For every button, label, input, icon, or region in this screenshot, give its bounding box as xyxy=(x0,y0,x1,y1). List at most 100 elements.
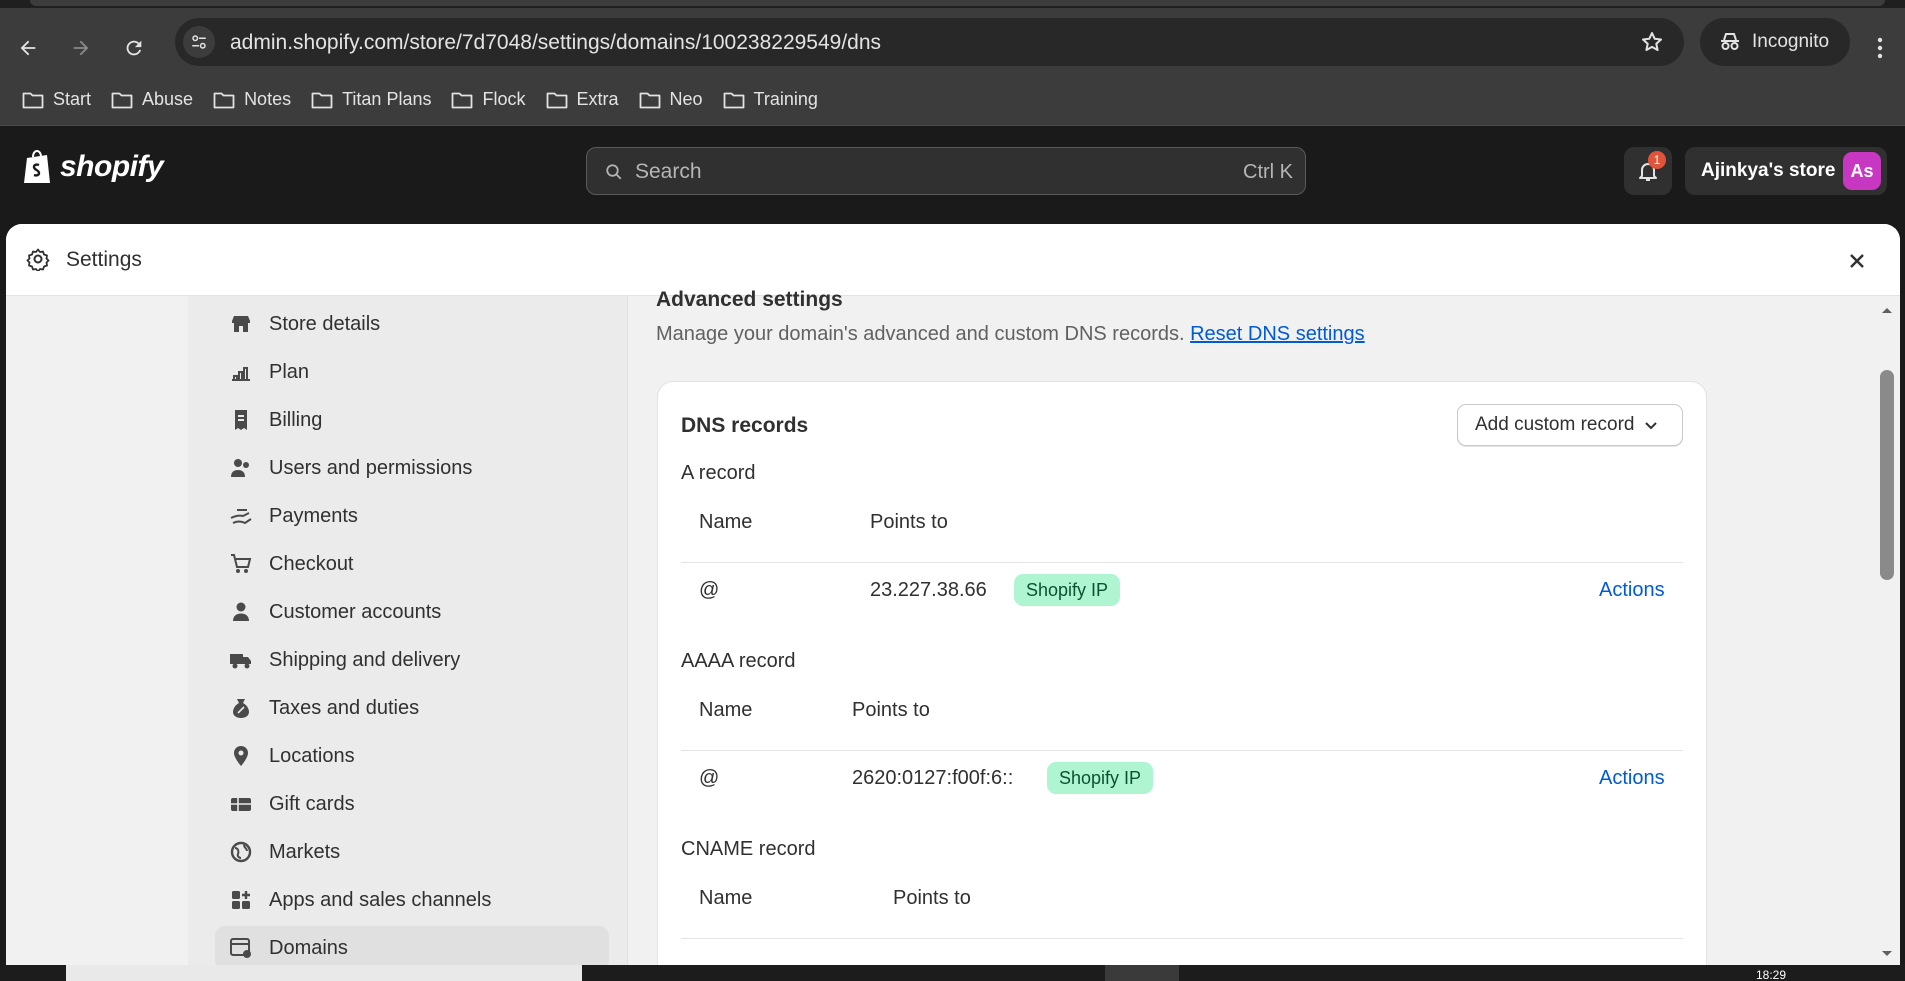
sidebar-item-users-and-permissions[interactable]: Users and permissions xyxy=(215,446,609,490)
folder-icon xyxy=(546,91,568,109)
users-icon xyxy=(229,456,253,480)
add-custom-record-button[interactable]: Add custom record xyxy=(1457,404,1683,446)
dns-records-card: DNS records Add custom record A record N… xyxy=(657,381,1707,981)
bookmark-flock[interactable]: Flock xyxy=(441,82,535,118)
a-record-actions-button[interactable]: Actions xyxy=(1599,562,1665,618)
cart-icon xyxy=(229,552,253,576)
bookmark-abuse[interactable]: Abuse xyxy=(101,82,203,118)
plan-icon xyxy=(229,360,253,384)
sidebar-item-customer-accounts[interactable]: Customer accounts xyxy=(215,590,609,634)
section-title: Advanced settings xyxy=(656,288,843,311)
store-name: Ajinkya's store xyxy=(1701,160,1836,181)
a-record-value: 23.227.38.66 xyxy=(870,579,987,601)
section-desc-text: Manage your domain's advanced and custom… xyxy=(656,323,1185,345)
billing-icon xyxy=(229,408,253,432)
aaaa-col-points: Points to xyxy=(852,699,930,721)
dns-content: Advanced settings Manage your domain's a… xyxy=(656,288,1716,981)
aaaa-record-value: 2620:0127:f00f:6:: xyxy=(852,767,1014,789)
forward-button[interactable] xyxy=(61,28,101,68)
site-info-icon[interactable] xyxy=(183,26,215,58)
sidebar-item-payments[interactable]: Payments xyxy=(215,494,609,538)
incognito-indicator[interactable]: Incognito xyxy=(1700,18,1850,66)
sidebar-item-label: Shipping and delivery xyxy=(269,648,461,671)
os-taskbar: 18:29 xyxy=(0,965,1905,981)
reload-button[interactable] xyxy=(114,28,154,68)
bookmark-label: Flock xyxy=(482,89,526,109)
back-button[interactable] xyxy=(8,28,48,68)
divider xyxy=(681,750,1683,751)
scroll-up-icon[interactable] xyxy=(1881,306,1893,314)
sidebar-item-shipping-and-delivery[interactable]: Shipping and delivery xyxy=(215,638,609,682)
bookmark-star-icon[interactable] xyxy=(1638,28,1666,56)
sidebar-item-label: Users and permissions xyxy=(269,456,473,479)
scroll-thumb[interactable] xyxy=(1880,370,1894,580)
globe-icon xyxy=(229,840,253,864)
bookmark-neo[interactable]: Neo xyxy=(629,82,713,118)
bookmark-label: Start xyxy=(53,89,92,109)
apps-icon xyxy=(229,888,253,912)
bookmark-label: Neo xyxy=(669,89,703,109)
settings-sidebar: Store details Plan Billing Users and permis… xyxy=(188,296,628,981)
sidebar-item-gift-cards[interactable]: Gift cards xyxy=(215,782,609,826)
active-tab-edge[interactable] xyxy=(30,0,1885,6)
bookmark-notes[interactable]: Notes xyxy=(203,82,301,118)
sidebar-item-markets[interactable]: Markets xyxy=(215,830,609,874)
sidebar-item-label: Store details xyxy=(269,312,381,335)
a-col-name: Name xyxy=(699,511,753,533)
aaaa-record-actions-button[interactable]: Actions xyxy=(1599,750,1665,806)
bookmark-training[interactable]: Training xyxy=(713,82,828,118)
tab-strip xyxy=(0,0,1905,8)
folder-icon xyxy=(213,91,235,109)
truck-icon xyxy=(229,648,253,672)
shopify-ip-badge: Shopify IP xyxy=(1014,574,1121,606)
cname-col-name: Name xyxy=(699,887,753,909)
search-input[interactable]: Search Ctrl K xyxy=(586,147,1306,195)
bookmark-titan-plans[interactable]: Titan Plans xyxy=(301,82,441,118)
scroll-down-icon[interactable] xyxy=(1881,950,1893,958)
sidebar-item-locations[interactable]: Locations xyxy=(215,734,609,778)
sidebar-item-taxes-and-duties[interactable]: Taxes and duties xyxy=(215,686,609,730)
sidebar-item-apps-and-sales-channels[interactable]: Apps and sales channels xyxy=(215,878,609,922)
aaaa-col-name: Name xyxy=(699,699,753,721)
taskbar-search[interactable] xyxy=(66,965,582,981)
bookmark-extra[interactable]: Extra xyxy=(536,82,629,118)
modal-header: Settings xyxy=(6,224,1900,296)
forward-arrow-icon xyxy=(73,40,89,56)
sidebar-item-label: Markets xyxy=(269,840,341,863)
sidebar-item-store-details[interactable]: Store details xyxy=(215,302,609,346)
incognito-icon xyxy=(1721,33,1739,50)
bookmarks-bar: Start Abuse Notes Titan Plans Flock Extra Neo T… xyxy=(0,74,1905,126)
settings-modal: Settings Store details Plan Billing Users a… xyxy=(6,224,1900,981)
cname-record-title: CNAME record xyxy=(681,838,816,860)
folder-icon xyxy=(723,91,745,109)
notifications-button[interactable]: 1 xyxy=(1624,147,1672,195)
taskbar-clock: 18:29 xyxy=(1756,968,1787,981)
browser-menu-button[interactable] xyxy=(1866,28,1894,68)
sidebar-item-label: Billing xyxy=(269,408,323,431)
taskbar-app[interactable] xyxy=(1105,965,1179,981)
address-bar[interactable]: admin.shopify.com/store/7d7048/settings/… xyxy=(175,18,1684,66)
reset-dns-link[interactable]: Reset DNS settings xyxy=(1190,323,1365,345)
sidebar-item-billing[interactable]: Billing xyxy=(215,398,609,442)
sidebar-item-label: Locations xyxy=(269,744,355,767)
folder-icon xyxy=(22,91,44,109)
sidebar-item-plan[interactable]: Plan xyxy=(215,350,609,394)
aaaa-record-title: AAAA record xyxy=(681,650,796,672)
bookmark-label: Training xyxy=(753,89,818,109)
bookmark-label: Notes xyxy=(244,89,292,109)
chevron-down-icon xyxy=(1645,422,1658,430)
bookmark-start[interactable]: Start xyxy=(12,82,101,118)
url-text[interactable]: admin.shopify.com/store/7d7048/settings/… xyxy=(230,31,881,55)
sidebar-item-checkout[interactable]: Checkout xyxy=(215,542,609,586)
notification-badge: 1 xyxy=(1648,151,1666,169)
search-shortcut: Ctrl K xyxy=(1243,161,1293,183)
aaaa-record-name: @ xyxy=(699,767,720,789)
search-placeholder: Search xyxy=(635,160,702,183)
close-button[interactable] xyxy=(1844,248,1870,274)
incognito-label: Incognito xyxy=(1752,31,1830,52)
folder-icon xyxy=(311,91,333,109)
modal-title: Settings xyxy=(66,248,142,271)
sidebar-item-domains[interactable]: Domains xyxy=(215,926,609,970)
shopify-logo[interactable]: shopify xyxy=(22,149,164,185)
store-menu-button[interactable]: Ajinkya's store As xyxy=(1685,147,1887,195)
